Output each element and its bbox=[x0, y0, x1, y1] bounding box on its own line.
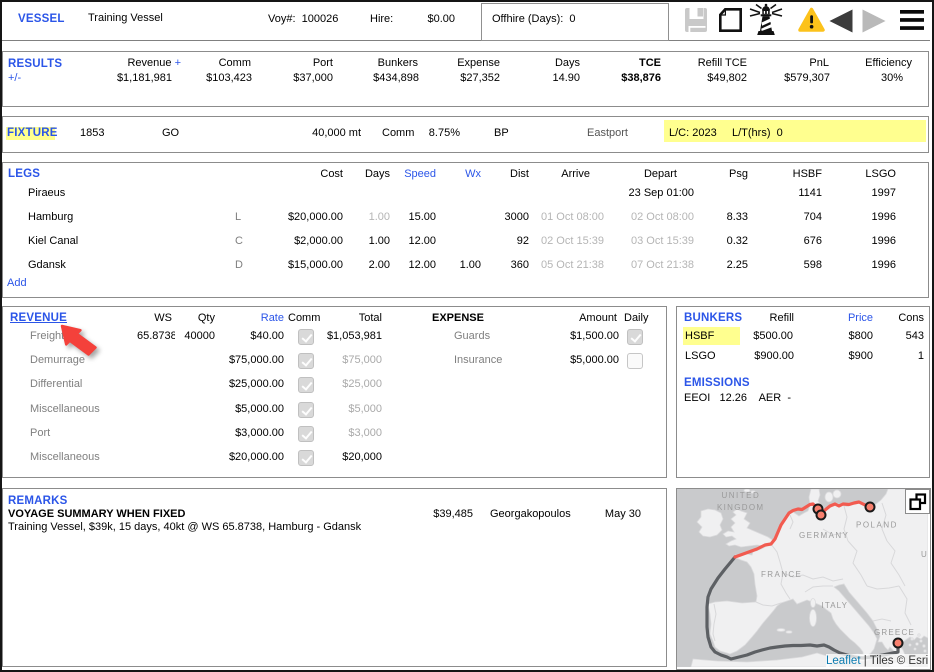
svg-text:FRANCE: FRANCE bbox=[761, 570, 802, 579]
svg-text:U: U bbox=[921, 550, 927, 559]
svg-text:GREECE: GREECE bbox=[874, 628, 915, 637]
svg-text:GERMANY: GERMANY bbox=[799, 531, 849, 540]
svg-text:POLAND: POLAND bbox=[856, 521, 898, 530]
svg-text:ITALY: ITALY bbox=[822, 601, 849, 610]
svg-text:KINGDOM: KINGDOM bbox=[717, 503, 764, 512]
svg-text:UNITED: UNITED bbox=[722, 491, 761, 500]
